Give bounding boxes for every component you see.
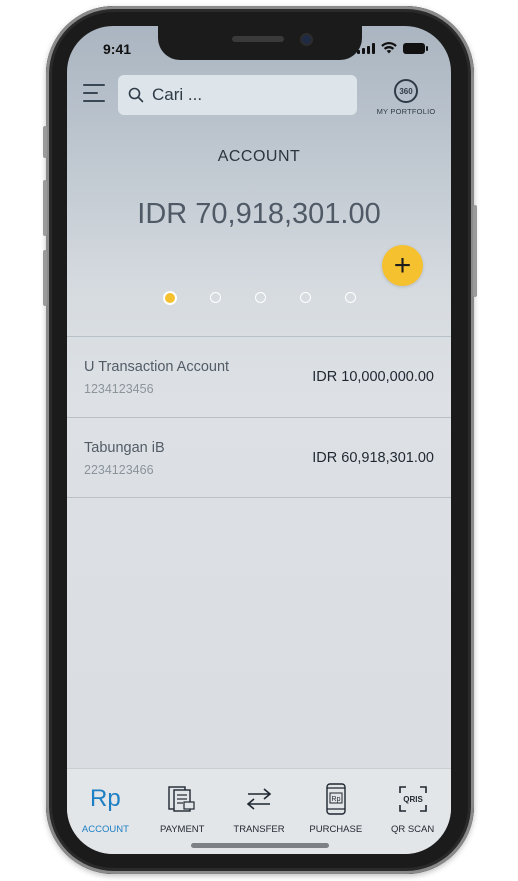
home-indicator[interactable] [191,843,329,848]
nav-account[interactable]: Rp ACCOUNT [67,769,144,854]
rupiah-icon: Rp [90,785,121,812]
nav-payment[interactable]: PAYMENT [144,769,221,854]
carousel-dot-2[interactable] [210,292,221,303]
status-icons [357,42,428,54]
phone-rp-icon: Rp [326,783,346,815]
total-balance: IDR 70,918,301.00 [137,198,381,230]
search-icon [128,87,144,103]
account-balance: IDR 10,000,000.00 [312,369,434,385]
app-screen: 9:41 360 MY PORTFOLIO ACCOUNT IDR 70,918… [67,26,451,854]
carousel-indicator [163,291,359,306]
carousel-dot-3[interactable] [255,292,266,303]
phone-notch [158,26,362,60]
my-portfolio-button[interactable]: 360 MY PORTFOLIO [371,79,441,116]
nav-qr-scan[interactable]: QRIS QR SCAN [374,769,451,854]
page-title: ACCOUNT [217,148,301,165]
phone-power-button [473,205,477,297]
transfer-arrows-icon [246,788,272,810]
bottom-navigation: Rp ACCOUNT PAYMENT TRANSFER Rp PURCHASE … [67,768,451,854]
svg-text:QRIS: QRIS [403,795,423,804]
qris-icon: QRIS [398,786,427,812]
nav-label: QR SCAN [390,824,435,835]
phone-volume-down [43,250,47,306]
portfolio-360-icon: 360 [394,79,418,103]
front-camera [302,35,311,44]
nav-label: ACCOUNT [81,824,129,835]
wifi-icon [381,42,397,54]
account-row[interactable]: Tabungan iB 2234123466 IDR 60,918,301.00 [67,417,451,498]
search-input[interactable] [152,85,332,105]
account-number: 1234123456 [84,382,154,396]
plus-icon: + [393,248,412,282]
carousel-dot-5[interactable] [345,292,356,303]
nav-label: PAYMENT [159,824,205,835]
nav-transfer[interactable]: TRANSFER [221,769,298,854]
search-bar[interactable] [118,75,357,115]
phone-volume-up [43,180,47,236]
account-balance: IDR 60,918,301.00 [312,450,434,466]
account-row[interactable]: U Transaction Account 1234123456 IDR 10,… [67,336,451,417]
battery-icon [403,42,428,54]
bill-icon [168,786,195,812]
nav-purchase[interactable]: Rp PURCHASE [297,769,374,854]
svg-text:Rp: Rp [331,796,340,803]
add-account-button[interactable]: + [382,245,423,286]
phone-silent-switch [43,126,47,158]
status-time: 9:41 [103,41,132,57]
speaker-grille [232,36,284,42]
nav-label: TRANSFER [233,824,285,835]
carousel-dot-1[interactable] [163,291,177,305]
account-number: 2234123466 [84,463,154,477]
portfolio-label: MY PORTFOLIO [376,107,436,116]
menu-icon[interactable] [83,82,107,104]
account-name: Tabungan iB [84,440,165,456]
carousel-dot-4[interactable] [300,292,311,303]
account-name: U Transaction Account [84,359,230,375]
account-list: U Transaction Account 1234123456 IDR 10,… [67,336,451,498]
nav-label: PURCHASE [309,824,363,835]
